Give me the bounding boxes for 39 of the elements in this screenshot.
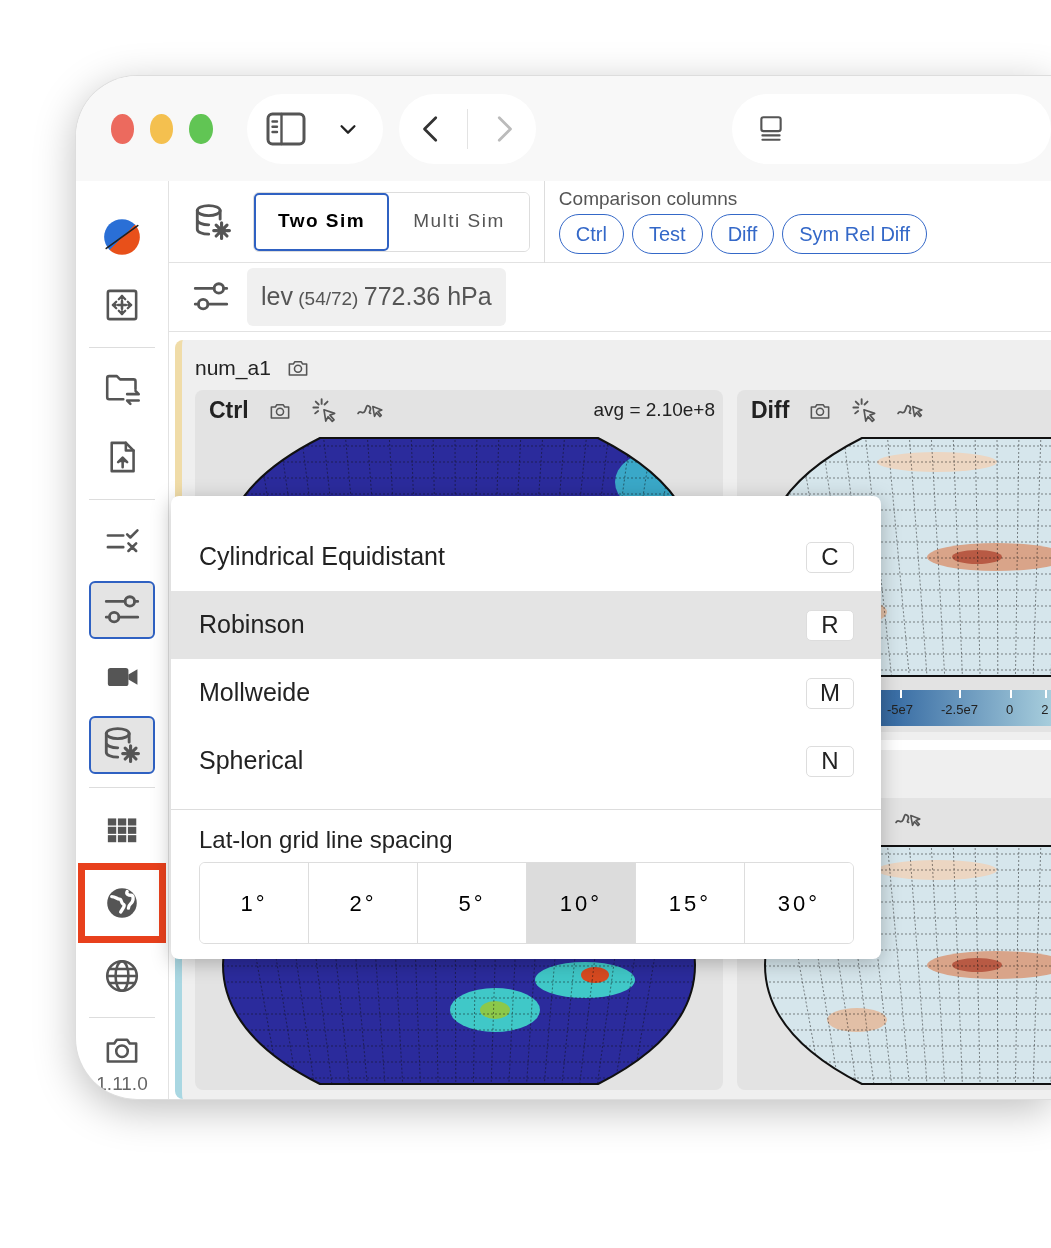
- column-chip[interactable]: Ctrl: [558, 213, 624, 254]
- menu-item[interactable]: Spherical N: [171, 727, 881, 795]
- mode-tab[interactable]: Two Sim: [254, 192, 390, 251]
- database-gear-icon: [102, 725, 142, 766]
- colorbar-label: -5e7: [887, 689, 914, 719]
- database-gear-icon: [193, 201, 233, 242]
- panel-title: Diff: [751, 396, 790, 426]
- sidebar-button[interactable]: [89, 580, 155, 639]
- globe-icon: [104, 957, 140, 994]
- shortcut-key: R: [806, 609, 854, 641]
- spacing-option[interactable]: 1°: [200, 863, 309, 943]
- heat-spot: [827, 1008, 887, 1033]
- group-title: num_a1: [195, 355, 271, 382]
- wavy-cursor-icon: [897, 402, 924, 419]
- average-value: avg = 2.10e+8: [593, 398, 715, 423]
- cursor-click-icon: [310, 397, 337, 424]
- column-chip[interactable]: Test: [631, 213, 703, 254]
- colorbar-label: 2: [1041, 689, 1049, 719]
- colorbar-label: 0: [1005, 689, 1014, 719]
- shortcut-key: C: [806, 541, 854, 573]
- panel-title: Ctrl: [209, 396, 249, 426]
- colorbar-label: -2.5e7: [941, 689, 978, 719]
- spacing-option[interactable]: 10°: [527, 863, 636, 943]
- menu-item[interactable]: Cylindrical Equidistant C: [171, 523, 881, 591]
- sidebar-button[interactable]: [89, 716, 155, 775]
- wavy-cursor-icon: [356, 402, 383, 419]
- grid-spacing-label: Lat-lon grid line spacing: [171, 809, 881, 862]
- menu-item[interactable]: Robinson R: [171, 591, 881, 659]
- shortcut-key: N: [806, 745, 854, 777]
- shortcut-key: M: [806, 677, 854, 709]
- menu-item[interactable]: Mollweide M: [171, 659, 881, 727]
- comparison-columns-label: Comparison columns: [558, 189, 739, 210]
- close-button[interactable]: [111, 113, 135, 144]
- version-text: 1.11.0: [96, 1072, 148, 1097]
- globe-logo-icon: [102, 216, 142, 257]
- column-chip[interactable]: Sym Rel Diff: [782, 213, 928, 254]
- cursor-click-icon: [851, 397, 878, 424]
- level-selector[interactable]: lev (54/72) 772.36 hPa: [247, 268, 506, 326]
- column-chip[interactable]: Diff: [710, 213, 775, 254]
